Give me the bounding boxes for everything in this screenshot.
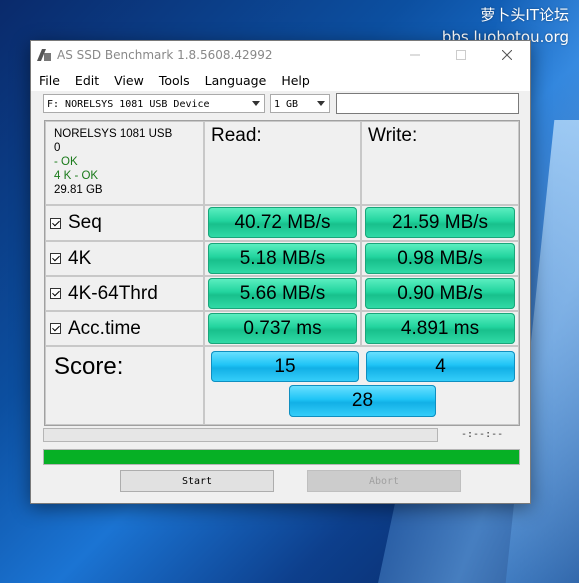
drive-select[interactable]: F: NORELSYS 1081 USB Device xyxy=(43,94,265,113)
title-bar[interactable]: AS SSD Benchmark 1.8.5608.42992 xyxy=(31,41,530,69)
row-acc-time[interactable]: Acc.time xyxy=(45,311,204,346)
4k-read-value: 5.18 MB/s xyxy=(208,243,357,274)
score-write: 4 xyxy=(366,351,515,382)
row-seq[interactable]: Seq xyxy=(45,205,204,241)
checkbox-4k-64thrd[interactable] xyxy=(50,288,61,299)
menu-file[interactable]: File xyxy=(39,73,60,88)
chevron-down-icon xyxy=(252,101,260,106)
comment-input[interactable] xyxy=(336,93,519,114)
row-4k-64thrd[interactable]: 4K-64Thrd xyxy=(45,276,204,311)
menu-edit[interactable]: Edit xyxy=(75,73,99,88)
checkbox-4k[interactable] xyxy=(50,253,61,264)
drive-select-value: F: NORELSYS 1081 USB Device xyxy=(47,99,210,110)
chevron-down-icon xyxy=(317,101,325,106)
minimize-button[interactable] xyxy=(392,41,438,69)
elapsed-time: -:--:-- xyxy=(461,429,504,440)
close-button[interactable] xyxy=(484,41,530,69)
row-label-4k-64thrd: 4K-64Thrd xyxy=(68,282,158,304)
size-select[interactable]: 1 GB xyxy=(270,94,330,113)
test-progress-bar xyxy=(43,428,438,442)
seq-write-value: 21.59 MB/s xyxy=(365,207,515,238)
menu-view[interactable]: View xyxy=(114,73,144,88)
checkbox-acc-time[interactable] xyxy=(50,323,61,334)
checkbox-seq[interactable] xyxy=(50,217,61,229)
row-4k[interactable]: 4K xyxy=(45,241,204,276)
menu-language[interactable]: Language xyxy=(205,73,267,88)
start-button[interactable]: Start xyxy=(120,470,274,492)
menu-tools[interactable]: Tools xyxy=(159,73,190,88)
4k-64thrd-write-value: 0.90 MB/s xyxy=(365,278,515,309)
row-label-seq: Seq xyxy=(68,212,102,233)
benchmark-grid: NORELSYS 1081 USB 0 - OK 4 K - OK 29.81 … xyxy=(44,120,520,426)
read-header: Read: xyxy=(204,121,361,205)
acc-time-read-value: 0.737 ms xyxy=(208,313,357,344)
row-label-4k: 4K xyxy=(68,247,92,269)
overall-progress-fill xyxy=(44,450,519,464)
watermark-line1: 萝卜头IT论坛 xyxy=(480,6,569,24)
4k-write-value: 0.98 MB/s xyxy=(365,243,515,274)
score-total: 28 xyxy=(289,385,436,417)
window-title: AS SSD Benchmark 1.8.5608.42992 xyxy=(57,48,273,62)
score-read: 15 xyxy=(211,351,359,382)
maximize-icon xyxy=(456,50,466,60)
status-ok-4k: 4 K - OK xyxy=(54,170,99,182)
menu-bar: File Edit View Tools Language Help xyxy=(31,69,530,91)
device-info: NORELSYS 1081 USB 0 - OK 4 K - OK 29.81 … xyxy=(45,121,204,205)
acc-time-write-value: 4.891 ms xyxy=(365,313,515,344)
device-name: NORELSYS 1081 USB xyxy=(54,128,173,140)
abort-button[interactable]: Abort xyxy=(307,470,461,492)
device-capacity: 29.81 GB xyxy=(54,184,103,196)
maximize-button[interactable] xyxy=(438,41,484,69)
menu-help[interactable]: Help xyxy=(281,73,310,88)
as-ssd-window: AS SSD Benchmark 1.8.5608.42992 File Edi… xyxy=(30,40,531,504)
row-label-acc-time: Acc.time xyxy=(68,317,141,339)
score-label: Score: xyxy=(45,346,204,425)
seq-read-value: 40.72 MB/s xyxy=(208,207,357,238)
status-ok-1: - OK xyxy=(54,156,78,168)
overall-progress-bar xyxy=(43,449,520,465)
write-header: Write: xyxy=(361,121,519,205)
close-icon xyxy=(502,50,512,60)
size-select-value: 1 GB xyxy=(274,99,299,110)
app-icon xyxy=(37,49,51,61)
device-info-line2: 0 xyxy=(54,142,61,154)
minimize-icon xyxy=(410,54,420,56)
4k-64thrd-read-value: 5.66 MB/s xyxy=(208,278,357,309)
toolbar: F: NORELSYS 1081 USB Device 1 GB xyxy=(31,93,530,117)
